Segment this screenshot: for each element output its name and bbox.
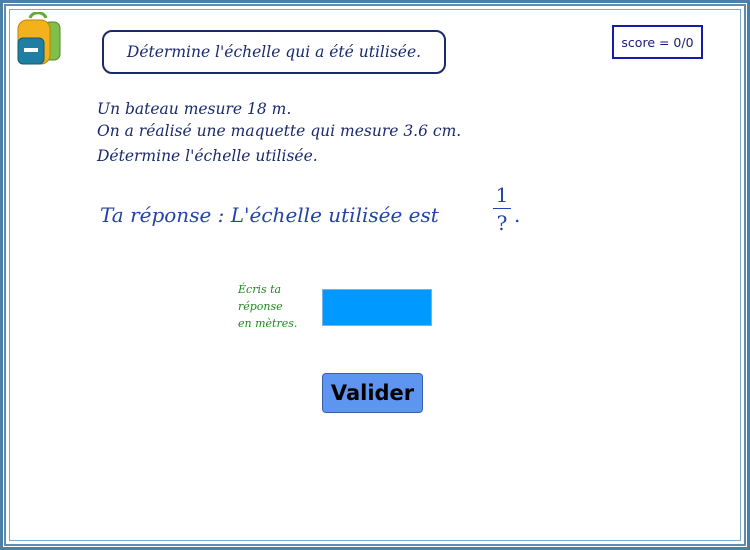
- answer-formula: Ta réponse : L'échelle utilisée est 1 ? …: [100, 182, 600, 242]
- problem-statement: Un bateau mesure 18 m. On a réalisé une …: [97, 98, 461, 167]
- hint-line: en mètres.: [238, 317, 298, 330]
- problem-line: On a réalisé une maquette qui mesure 3.6…: [97, 122, 462, 140]
- problem-line: Détermine l'échelle utilisée.: [97, 147, 318, 165]
- fraction-numerator: 1: [495, 183, 509, 207]
- hint-line: réponse: [238, 300, 283, 313]
- inner-frame: [9, 9, 741, 541]
- fraction-denominator: ?: [496, 211, 508, 235]
- input-hint: Écris ta réponse en mètres.: [238, 281, 297, 332]
- score-display: score = 0/0: [612, 25, 703, 59]
- answer-prefix: Ta réponse : L'échelle utilisée est: [100, 203, 439, 227]
- hint-line: Écris ta: [238, 283, 282, 296]
- instruction-title: Détermine l'échelle qui a été utilisée.: [102, 30, 446, 74]
- answer-input[interactable]: [322, 289, 432, 326]
- scale-fraction: 1 ?: [493, 184, 511, 234]
- answer-suffix: .: [514, 203, 521, 227]
- backpack-icon[interactable]: [14, 11, 66, 68]
- fraction-bar: [493, 208, 511, 209]
- validate-button[interactable]: Valider: [322, 373, 423, 413]
- problem-line: Un bateau mesure 18 m.: [97, 100, 292, 118]
